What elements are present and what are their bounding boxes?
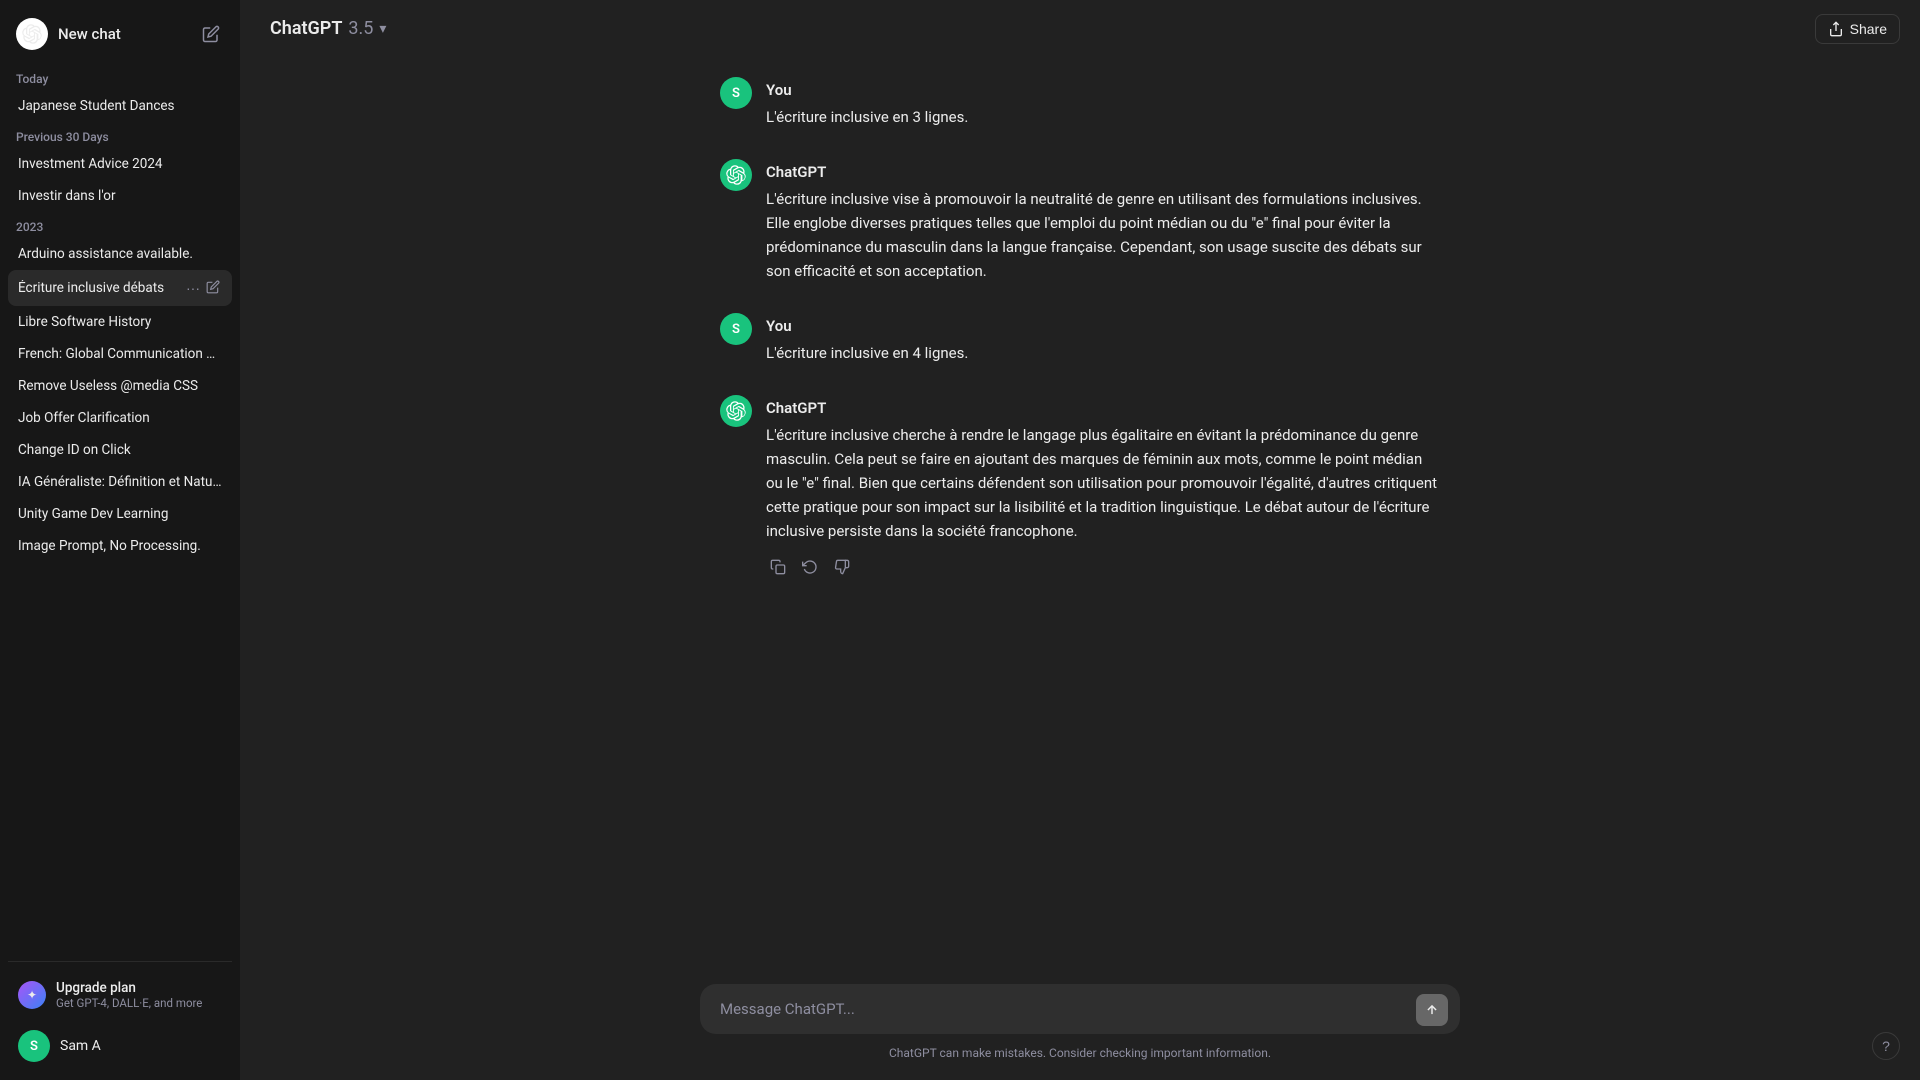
chatgpt-avatar-1: [720, 159, 752, 191]
user-avatar-msg2: S: [720, 313, 752, 345]
sidebar-item-french-global[interactable]: French: Global Communication Key: [8, 338, 232, 370]
message-content-1: You L'écriture inclusive en 3 lignes.: [766, 77, 1440, 129]
upgrade-title: Upgrade plan: [56, 980, 202, 996]
sidebar-item-remove-useless-css[interactable]: Remove Useless @media CSS: [8, 370, 232, 402]
message-actions: [766, 555, 1440, 579]
share-label: Share: [1850, 21, 1887, 37]
assistant-message-content-2: ChatGPT L'écriture inclusive cherche à r…: [766, 395, 1440, 579]
user-message-2: S You L'écriture inclusive en 4 lignes.: [720, 313, 1440, 365]
message-text-1: L'écriture inclusive en 3 lignes.: [766, 105, 1440, 129]
user-profile[interactable]: S Sam A: [8, 1020, 232, 1072]
chat-header: ChatGPT 3.5 ▾ Share: [240, 0, 1920, 57]
new-chat-label: New chat: [58, 25, 121, 43]
avatar: S: [18, 1030, 50, 1062]
sidebar-item-edit-btn[interactable]: [204, 278, 222, 298]
message-sender-1: You: [766, 81, 1440, 99]
assistant-text-2: L'écriture inclusive cherche à rendre le…: [766, 423, 1440, 543]
assistant-message-2: ChatGPT L'écriture inclusive cherche à r…: [720, 395, 1440, 579]
assistant-message-1: ChatGPT L'écriture inclusive vise à prom…: [720, 159, 1440, 283]
chat-input-area: ChatGPT can make mistakes. Consider chec…: [240, 968, 1920, 1080]
model-name: ChatGPT: [270, 18, 342, 39]
sidebar-item-libre-software[interactable]: Libre Software History: [8, 306, 232, 338]
chat-messages: S You L'écriture inclusive en 3 lignes. …: [240, 57, 1920, 968]
chat-input[interactable]: [700, 984, 1460, 1034]
model-version: 3.5: [348, 18, 373, 39]
section-label-previous-30: Previous 30 Days: [8, 122, 232, 148]
regenerate-button[interactable]: [798, 555, 822, 579]
sidebar-item-image-prompt[interactable]: Image Prompt, No Processing.: [8, 530, 232, 562]
assistant-sender-1: ChatGPT: [766, 163, 1440, 181]
message-group-2: ChatGPT L'écriture inclusive vise à prom…: [700, 159, 1460, 283]
assistant-message-content-1: ChatGPT L'écriture inclusive vise à prom…: [766, 159, 1440, 283]
sidebar-item-arduino[interactable]: Arduino assistance available.: [8, 238, 232, 270]
logo-icon: [16, 18, 48, 50]
user-message-1: S You L'écriture inclusive en 3 lignes.: [720, 77, 1440, 129]
chat-input-container: [700, 984, 1460, 1038]
sidebar-bottom: ✦ Upgrade plan Get GPT-4, DALL·E, and mo…: [8, 961, 232, 1072]
section-label-2023: 2023: [8, 212, 232, 238]
sidebar-item-ecriture-inclusive[interactable]: Écriture inclusive débats ···: [8, 270, 232, 306]
share-button[interactable]: Share: [1815, 14, 1900, 44]
upgrade-subtitle: Get GPT-4, DALL·E, and more: [56, 996, 202, 1010]
sidebar-item-job-offer[interactable]: Job Offer Clarification: [8, 402, 232, 434]
new-chat-edit-button[interactable]: [198, 21, 224, 47]
upgrade-icon: ✦: [18, 981, 46, 1009]
message-content-3: You L'écriture inclusive en 4 lignes.: [766, 313, 1440, 365]
send-icon: [1425, 1003, 1439, 1017]
message-text-3: L'écriture inclusive en 4 lignes.: [766, 341, 1440, 365]
assistant-text-1: L'écriture inclusive vise à promouvoir l…: [766, 187, 1440, 283]
help-button[interactable]: ?: [1872, 1032, 1900, 1060]
message-group-1: S You L'écriture inclusive en 3 lignes.: [700, 77, 1460, 129]
send-button[interactable]: [1416, 994, 1448, 1026]
chatgpt-avatar-2: [720, 395, 752, 427]
sidebar-item-investir-dans-lor[interactable]: Investir dans l'or: [8, 180, 232, 212]
message-sender-3: You: [766, 317, 1440, 335]
sidebar-item-unity-game-dev[interactable]: Unity Game Dev Learning: [8, 498, 232, 530]
assistant-sender-2: ChatGPT: [766, 399, 1440, 417]
sidebar: New chat Today Japanese Student Dances P…: [0, 0, 240, 1080]
message-group-3: S You L'écriture inclusive en 4 lignes.: [700, 313, 1460, 365]
chat-disclaimer: ChatGPT can make mistakes. Consider chec…: [260, 1038, 1900, 1072]
sidebar-item-more-btn[interactable]: ···: [184, 279, 202, 297]
user-avatar-msg1: S: [720, 77, 752, 109]
sidebar-item-japanese-student-dances[interactable]: Japanese Student Dances: [8, 90, 232, 122]
share-icon: [1828, 21, 1844, 37]
upgrade-plan-section[interactable]: ✦ Upgrade plan Get GPT-4, DALL·E, and mo…: [8, 970, 232, 1020]
model-selector[interactable]: ChatGPT 3.5 ▾: [260, 12, 396, 45]
sidebar-item-actions: ···: [184, 278, 222, 298]
thumbs-down-button[interactable]: [830, 555, 854, 579]
sidebar-item-ia-generaliste[interactable]: IA Généraliste: Définition et Nature: [8, 466, 232, 498]
copy-button[interactable]: [766, 555, 790, 579]
logo-area: New chat: [16, 18, 121, 50]
chevron-down-icon: ▾: [379, 21, 386, 37]
section-label-today: Today: [8, 64, 232, 90]
sidebar-item-change-id-on-click[interactable]: Change ID on Click: [8, 434, 232, 466]
main-content: ChatGPT 3.5 ▾ Share S You L'écriture inc…: [240, 0, 1920, 1080]
user-name: Sam A: [60, 1038, 101, 1054]
sidebar-item-investment-advice[interactable]: Investment Advice 2024: [8, 148, 232, 180]
upgrade-text: Upgrade plan Get GPT-4, DALL·E, and more: [56, 980, 202, 1010]
sidebar-header: New chat: [8, 8, 232, 60]
message-group-4: ChatGPT L'écriture inclusive cherche à r…: [700, 395, 1460, 579]
